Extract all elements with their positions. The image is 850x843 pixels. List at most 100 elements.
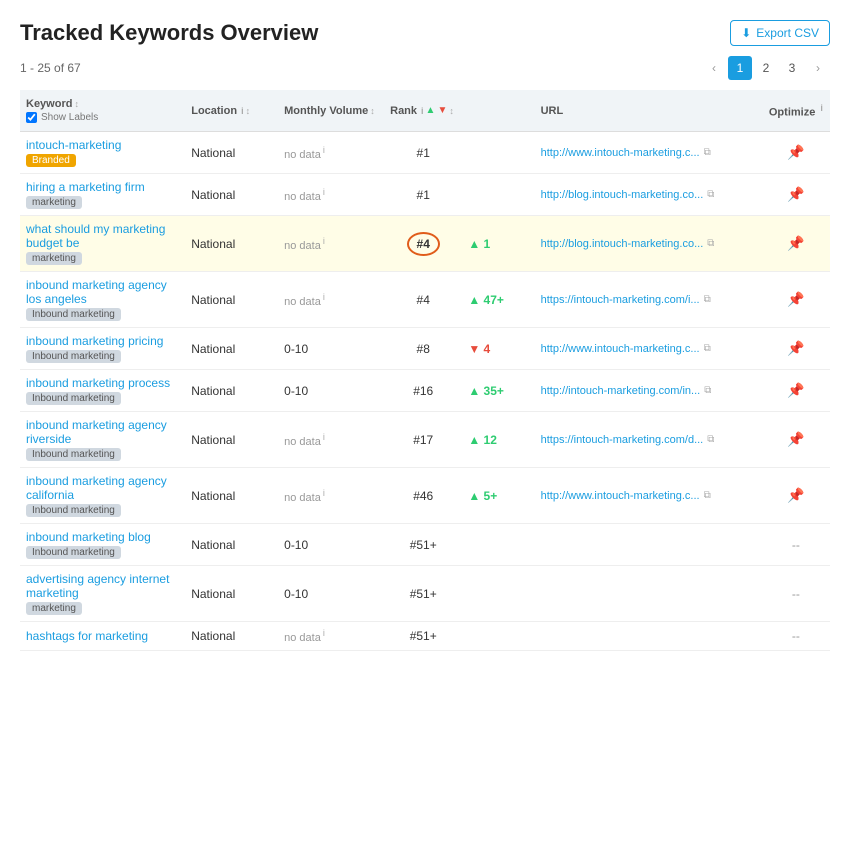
optimize-icon[interactable]: 📌 — [787, 340, 804, 356]
location-info-icon[interactable]: i — [241, 106, 244, 116]
rank-badge: #4 — [407, 232, 440, 256]
volume-sort-icon[interactable]: ↕ — [370, 106, 375, 116]
rank-sort-down-icon[interactable]: ▼ — [437, 105, 447, 116]
url-cell — [535, 622, 762, 651]
page-title: Tracked Keywords Overview — [20, 20, 318, 46]
volume-cell: 0-10 — [278, 370, 384, 412]
change-cell: ▲ 12 — [462, 412, 534, 468]
optimize-icon[interactable]: 📌 — [787, 487, 804, 503]
rank-value: #1 — [417, 146, 430, 160]
external-link-icon: ⧉ — [704, 490, 711, 501]
prev-page-button[interactable]: ‹ — [702, 56, 726, 80]
optimize-cell: 📌 — [762, 370, 830, 412]
export-csv-button[interactable]: ⬇ Export CSV — [730, 20, 830, 46]
url-link[interactable]: http://blog.intouch-marketing.co... — [541, 238, 704, 250]
page-2-button[interactable]: 2 — [754, 56, 778, 80]
volume-info-icon[interactable]: i — [323, 488, 325, 498]
keyword-link[interactable]: inbound marketing agency los angeles — [26, 278, 167, 306]
keyword-link[interactable]: inbound marketing agency riverside — [26, 418, 167, 446]
optimize-icon[interactable]: 📌 — [787, 186, 804, 202]
url-link[interactable]: http://www.intouch-marketing.c... — [541, 147, 700, 159]
volume-info-icon[interactable]: i — [323, 628, 325, 638]
record-count: 1 - 25 of 67 — [20, 61, 81, 75]
page-container: Tracked Keywords Overview ⬇ Export CSV 1… — [0, 0, 850, 671]
external-link-icon: ⧉ — [704, 343, 711, 354]
rank-sort-icon[interactable]: ↕ — [449, 106, 454, 116]
url-link[interactable]: http://www.intouch-marketing.c... — [541, 490, 700, 502]
volume-cell: no datai — [278, 174, 384, 216]
keyword-link[interactable]: what should my marketing budget be — [26, 222, 165, 250]
volume-cell: 0-10 — [278, 328, 384, 370]
volume-info-icon[interactable]: i — [323, 292, 325, 302]
volume-cell: no datai — [278, 468, 384, 524]
external-link-icon: ⧉ — [707, 189, 714, 200]
location-cell: National — [185, 272, 278, 328]
optimize-icon[interactable]: 📌 — [787, 235, 804, 251]
volume-info-icon[interactable]: i — [323, 236, 325, 246]
keyword-link[interactable]: hiring a marketing firm — [26, 180, 145, 194]
table-row: what should my marketing budget bemarket… — [20, 216, 830, 272]
optimize-icon[interactable]: 📌 — [787, 382, 804, 398]
url-header: URL — [535, 90, 762, 132]
change-cell: ▲ 5+ — [462, 468, 534, 524]
url-cell — [535, 524, 762, 566]
change-down: ▼ 4 — [468, 342, 490, 356]
optimize-cell: -- — [762, 524, 830, 566]
keyword-link[interactable]: inbound marketing blog — [26, 530, 151, 544]
location-cell: National — [185, 216, 278, 272]
url-link[interactable]: https://intouch-marketing.com/i... — [541, 294, 700, 306]
keyword-link[interactable]: inbound marketing agency california — [26, 474, 167, 502]
change-up: ▲ 12 — [468, 433, 497, 447]
optimize-icon[interactable]: 📌 — [787, 431, 804, 447]
location-cell: National — [185, 328, 278, 370]
location-header: Location i ↕ — [185, 90, 278, 132]
rank-info-icon[interactable]: i — [421, 106, 424, 116]
rank-header: Rank i ▲ ▼ ↕ — [384, 90, 462, 132]
location-cell: National — [185, 174, 278, 216]
keyword-link[interactable]: intouch-marketing — [26, 138, 121, 152]
location-cell: National — [185, 412, 278, 468]
url-link[interactable]: http://intouch-marketing.com/in... — [541, 385, 701, 397]
optimize-icon[interactable]: 📌 — [787, 291, 804, 307]
rank-sort-up-icon[interactable]: ▲ — [426, 105, 436, 116]
change-up: ▲ 5+ — [468, 489, 497, 503]
optimize-icon[interactable]: 📌 — [787, 144, 804, 160]
page-3-button[interactable]: 3 — [780, 56, 804, 80]
rank-value: #8 — [417, 342, 430, 356]
optimize-cell: -- — [762, 566, 830, 622]
keyword-link[interactable]: advertising agency internet marketing — [26, 572, 169, 600]
table-row: inbound marketing agency californiaInbou… — [20, 468, 830, 524]
volume-header: Monthly Volume ↕ — [278, 90, 384, 132]
volume-info-icon[interactable]: i — [323, 432, 325, 442]
url-link[interactable]: http://blog.intouch-marketing.co... — [541, 189, 704, 201]
optimize-cell: 📌 — [762, 174, 830, 216]
change-cell: ▲ 47+ — [462, 272, 534, 328]
table-body: intouch-marketingBrandedNationalno datai… — [20, 132, 830, 651]
keyword-link[interactable]: inbound marketing process — [26, 376, 170, 390]
url-link[interactable]: https://intouch-marketing.com/d... — [541, 434, 704, 446]
show-labels-checkbox[interactable] — [26, 112, 37, 123]
external-link-icon: ⧉ — [704, 147, 711, 158]
rank-cell: #51+ — [384, 524, 462, 566]
optimize-dash: -- — [792, 538, 800, 552]
keyword-link[interactable]: hashtags for marketing — [26, 629, 148, 643]
external-link-icon: ⧉ — [707, 434, 714, 445]
volume-cell: no datai — [278, 216, 384, 272]
optimize-dash: -- — [792, 587, 800, 601]
volume-info-icon[interactable]: i — [323, 187, 325, 197]
keyword-link[interactable]: inbound marketing pricing — [26, 334, 163, 348]
rank-cell: #8 — [384, 328, 462, 370]
url-link[interactable]: http://www.intouch-marketing.c... — [541, 343, 700, 355]
optimize-info-icon[interactable]: i — [820, 103, 823, 113]
change-cell: ▲ 35+ — [462, 370, 534, 412]
next-page-button[interactable]: › — [806, 56, 830, 80]
change-up: ▲ 35+ — [468, 384, 504, 398]
sort-icon[interactable]: ↕ — [74, 99, 79, 109]
rank-cell: #1 — [384, 174, 462, 216]
external-link-icon: ⧉ — [704, 294, 711, 305]
page-1-button[interactable]: 1 — [728, 56, 752, 80]
table-row: hashtags for marketingNationalno datai#5… — [20, 622, 830, 651]
change-cell — [462, 622, 534, 651]
location-sort-icon[interactable]: ↕ — [246, 106, 251, 116]
volume-info-icon[interactable]: i — [323, 145, 325, 155]
